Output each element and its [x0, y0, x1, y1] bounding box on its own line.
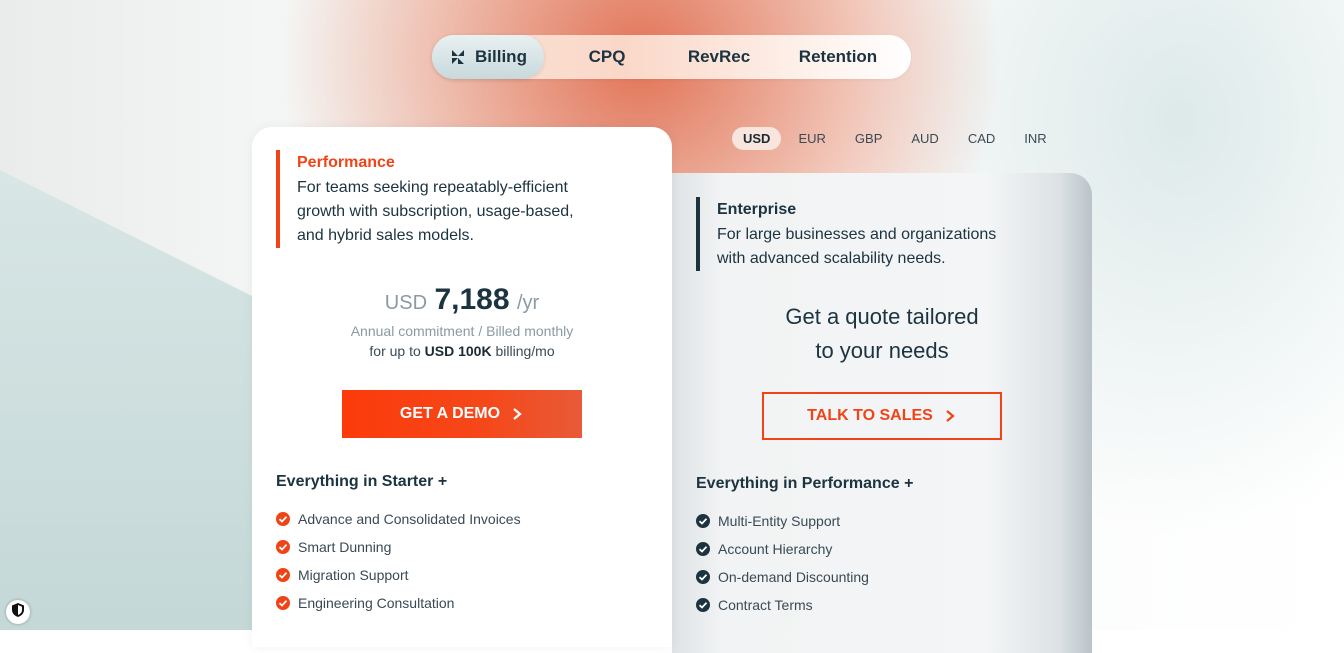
chevron-right-icon: [510, 407, 524, 421]
tab-retention-label: Retention: [798, 47, 878, 66]
feature-label: Migration Support: [298, 567, 409, 583]
tab-revrec[interactable]: RevRec: [670, 35, 768, 79]
product-tabs: Billing CPQ RevRec Retention: [432, 35, 911, 79]
enterprise-intro: Enterprise For large businesses and orga…: [696, 197, 1017, 271]
shield-icon: [10, 602, 26, 623]
tab-billing-label: Billing: [475, 47, 527, 66]
feature-label: Advance and Consolidated Invoices: [298, 511, 521, 527]
list-item: Multi-Entity Support: [696, 507, 869, 535]
list-item: Account Hierarchy: [696, 535, 869, 563]
plan-description: For large businesses and organizations w…: [717, 226, 997, 267]
features-heading: Everything in Performance +: [696, 475, 914, 492]
billing-logo-icon: [449, 48, 467, 66]
plan-description: For teams seeking repeatably-efficient g…: [297, 179, 574, 244]
check-icon: [276, 540, 290, 554]
list-item: Engineering Consultation: [276, 589, 521, 617]
plan-name: Performance: [297, 154, 395, 171]
check-icon: [276, 568, 290, 582]
price-period: /yr: [517, 292, 540, 314]
price: USD 7,188 /yr: [252, 283, 672, 317]
feature-list: Multi-Entity Support Account Hierarchy O…: [696, 507, 869, 619]
performance-intro: Performance For teams seeking repeatably…: [276, 150, 597, 248]
list-item: Advance and Consolidated Invoices: [276, 505, 521, 533]
quote-line-2: to your needs: [815, 338, 949, 363]
feature-label: Engineering Consultation: [298, 595, 455, 611]
check-icon: [696, 514, 710, 528]
billing-commitment: Annual commitment / Billed monthly: [350, 323, 574, 339]
chevron-right-icon: [943, 409, 957, 423]
check-icon: [276, 596, 290, 610]
feature-list: Advance and Consolidated Invoices Smart …: [276, 505, 521, 617]
currency-aud[interactable]: AUD: [899, 127, 950, 150]
feature-label: Multi-Entity Support: [718, 513, 841, 529]
tab-revrec-label: RevRec: [687, 47, 751, 66]
currency-selector: USD EUR GBP AUD CAD INR: [732, 127, 1064, 150]
talk-to-sales-label: TALK TO SALES: [807, 407, 933, 424]
plan-name: Enterprise: [717, 201, 797, 218]
quote-text: Get a quote tailored to your needs: [672, 300, 1092, 368]
limit-suffix: billing/mo: [495, 343, 555, 359]
tab-cpq[interactable]: CPQ: [544, 35, 670, 79]
price-amount: 7,188: [434, 283, 510, 316]
feature-label: Account Hierarchy: [718, 541, 833, 557]
enterprise-plan-card: Enterprise For large businesses and orga…: [672, 173, 1092, 653]
feature-label: Contract Terms: [718, 597, 813, 613]
list-item: Smart Dunning: [276, 533, 521, 561]
feature-label: On-demand Discounting: [718, 569, 869, 585]
tab-cpq-label: CPQ: [588, 47, 626, 66]
list-item: On-demand Discounting: [696, 563, 869, 591]
get-a-demo-label: GET A DEMO: [399, 405, 501, 422]
tab-retention[interactable]: Retention: [768, 35, 908, 79]
list-item: Migration Support: [276, 561, 521, 589]
limit-value: USD 100K: [424, 343, 492, 359]
check-icon: [696, 598, 710, 612]
currency-inr[interactable]: INR: [1012, 127, 1058, 150]
privacy-shield-button[interactable]: [6, 600, 30, 624]
performance-plan-card: Performance For teams seeking repeatably…: [252, 127, 672, 647]
currency-gbp[interactable]: GBP: [843, 127, 894, 150]
currency-usd[interactable]: USD: [732, 127, 782, 150]
features-heading: Everything in Starter +: [276, 473, 448, 490]
get-a-demo-button[interactable]: GET A DEMO: [342, 390, 582, 438]
check-icon: [276, 512, 290, 526]
currency-eur[interactable]: EUR: [786, 127, 837, 150]
price-currency: USD: [384, 292, 428, 314]
check-icon: [696, 570, 710, 584]
limit-prefix: for up to: [369, 343, 421, 359]
talk-to-sales-button[interactable]: TALK TO SALES: [762, 392, 1002, 440]
list-item: Contract Terms: [696, 591, 869, 619]
feature-label: Smart Dunning: [298, 539, 392, 555]
tab-billing[interactable]: Billing: [432, 35, 544, 79]
currency-cad[interactable]: CAD: [956, 127, 1007, 150]
billing-limit: for up to USD 100K billing/mo: [252, 343, 672, 359]
quote-line-1: Get a quote tailored: [785, 304, 979, 329]
check-icon: [696, 542, 710, 556]
